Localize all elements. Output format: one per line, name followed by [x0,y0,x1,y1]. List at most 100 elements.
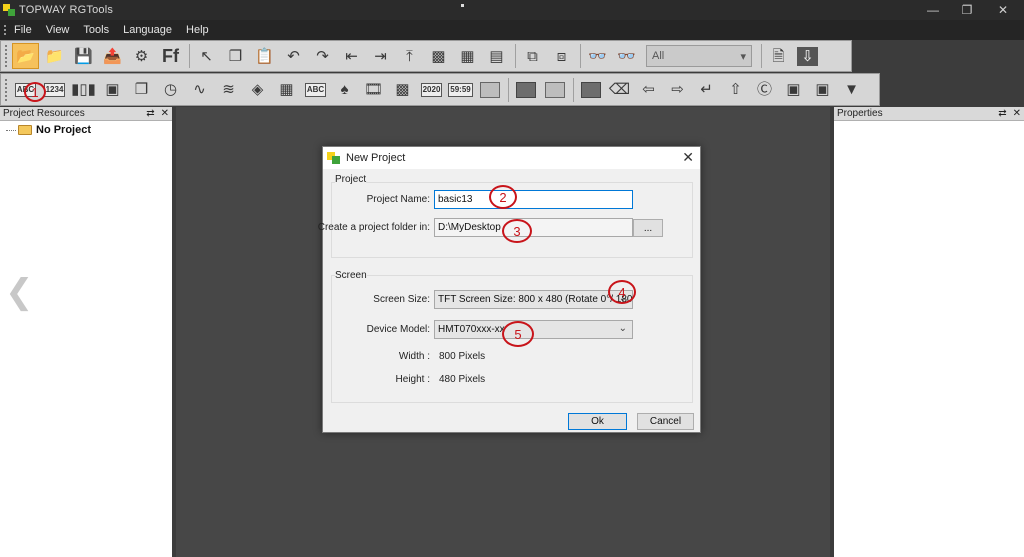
tree-line [6,129,16,131]
tree-item-no-project[interactable]: No Project [6,124,172,136]
chevron-left-icon[interactable]: ❮ [5,272,34,312]
folder-input[interactable]: D:\MyDesktop [434,218,633,237]
waveform-button[interactable]: ∿ [186,77,213,103]
folder-label: Create a project folder in: [317,222,430,233]
select-button[interactable]: ↖ [193,43,220,69]
build-button[interactable]: 🗎 [765,43,792,69]
close-icon[interactable]: ✕ [161,108,169,119]
tree-item-label: No Project [36,124,92,136]
dialog-close-icon[interactable]: ✕ [682,149,694,166]
barcode-button[interactable]: ▮▯▮ [70,77,97,103]
align-left-icon: ⇤ [345,47,358,65]
screen-size-select[interactable]: TFT Screen Size: 800 x 480 (Rotate 0°/ 1… [434,290,633,309]
toolbar-grip [5,45,8,67]
toolbar-separator [761,44,762,68]
cancel-button[interactable]: Cancel [637,413,694,430]
browse-button[interactable]: ... [633,219,663,237]
paste-button[interactable]: 📋 [251,43,278,69]
app-logo-icon [3,4,15,16]
align-bottom-button[interactable]: ▩ [425,43,452,69]
main-toolbar: 📂 📁 💾 📤 ⚙ Ff ↖ ❐ 📋 ↶ ↷ ⇤ ⇥ ⤒ ▩ ▦ ▤ ⧉ ⧈ 👓… [0,40,852,72]
enter-key-button[interactable]: ↵ [693,77,720,103]
project-resources-title: Project Resources [3,108,85,119]
height-label: Height : [395,374,430,385]
align-top-icon: ⤒ [406,47,413,65]
esc-key-button[interactable] [577,77,604,103]
symbol-button[interactable]: ♠ [331,77,358,103]
menu-tools[interactable]: Tools [83,24,109,36]
font-button[interactable]: Ff [157,43,184,69]
panel-button[interactable] [541,77,568,103]
export-button[interactable]: 📤 [99,43,126,69]
filter-combo[interactable]: All ▾ [646,45,752,67]
width-label: Width : [398,351,430,362]
save-button[interactable]: 💾 [70,43,97,69]
screen-size-value: TFT Screen Size: 800 x 480 (Rotate 0°/ 1… [438,294,633,305]
align-top-button[interactable]: ⤒ [396,43,423,69]
qrcode-button[interactable]: ▦ [273,77,300,103]
chevron-down-icon: ⌄ [618,323,627,334]
menu-help[interactable]: Help [186,24,209,36]
page-copy-button[interactable]: ▣ [809,77,836,103]
menu-language[interactable]: Language [123,24,172,36]
settings-button[interactable]: ⚙ [128,43,155,69]
touch-area-button[interactable] [476,77,503,103]
time-icon: 59:59 [448,82,473,97]
pin-icon[interactable]: ⇄ [146,108,154,119]
preview-button[interactable]: 👓 [584,43,611,69]
download-button[interactable]: ⇩ [794,43,821,69]
undo-button[interactable]: ↶ [280,43,307,69]
number-button[interactable]: 1234 [41,77,68,103]
image-icon: ▣ [105,81,120,98]
static-text-button[interactable]: ABC [12,77,39,103]
layer-button[interactable]: ❐ [128,77,155,103]
robot-icon: ▩ [395,81,410,98]
curve-button[interactable]: ≋ [215,77,242,103]
align-center-icon: ▦ [460,47,475,65]
up-key-button[interactable]: ⇧ [722,77,749,103]
pin-icon[interactable]: ⇄ [998,108,1006,119]
minimize-icon[interactable]: — [915,0,951,20]
ok-button[interactable]: Ok [568,413,627,430]
char-key-button[interactable]: Ⓒ [751,77,778,103]
screen-group-label: Screen [335,270,367,281]
left-key-button[interactable]: ⇦ [635,77,662,103]
right-key-button[interactable]: ⇨ [664,77,691,103]
align-right-button[interactable]: ⇥ [367,43,394,69]
close-icon[interactable]: ✕ [1013,108,1021,119]
copy-button[interactable]: ❐ [222,43,249,69]
backspace-key-button[interactable]: ⌫ [606,77,633,103]
redo-button[interactable]: ↷ [309,43,336,69]
menu-file[interactable]: File [14,24,32,36]
animation-button[interactable]: 🎞 [360,77,387,103]
text-box-button[interactable]: ABC [302,77,329,103]
close-icon[interactable]: ✕ [985,0,1021,20]
align-left-button[interactable]: ⇤ [338,43,365,69]
icon-button[interactable]: ▣ [99,77,126,103]
backspace-icon: ⌫ [608,81,631,98]
menu-view[interactable]: View [46,24,70,36]
slider-button[interactable]: ◈ [244,77,271,103]
date-button[interactable]: 2020 [418,77,445,103]
send-back-button[interactable]: ⧈ [548,43,575,69]
device-model-select[interactable]: HMT070xxx-xx ⌄ [434,320,633,339]
preview-off-button[interactable]: 👓 [613,43,640,69]
align-center-button[interactable]: ▦ [454,43,481,69]
app-logo-icon [327,151,341,165]
gauge-button[interactable]: ◷ [157,77,184,103]
time-button[interactable]: 59:59 [447,77,474,103]
page-button[interactable]: ▣ [780,77,807,103]
distribute-button[interactable]: ▤ [483,43,510,69]
project-name-input[interactable]: basic13 [434,190,633,209]
new-project-button[interactable]: 📂 [12,43,39,69]
arrow-left-icon: ⇦ [642,81,655,98]
funnel-button[interactable]: ▼ [838,77,865,103]
char-key-icon: Ⓒ [756,81,772,98]
bring-front-button[interactable]: ⧉ [519,43,546,69]
restore-icon[interactable]: ❐ [949,0,985,20]
touch-area-icon [479,81,500,98]
rect-button[interactable] [512,77,539,103]
arrow-right-icon: ⇨ [671,81,684,98]
open-project-button[interactable]: 📁 [41,43,68,69]
robot-button[interactable]: ▩ [389,77,416,103]
